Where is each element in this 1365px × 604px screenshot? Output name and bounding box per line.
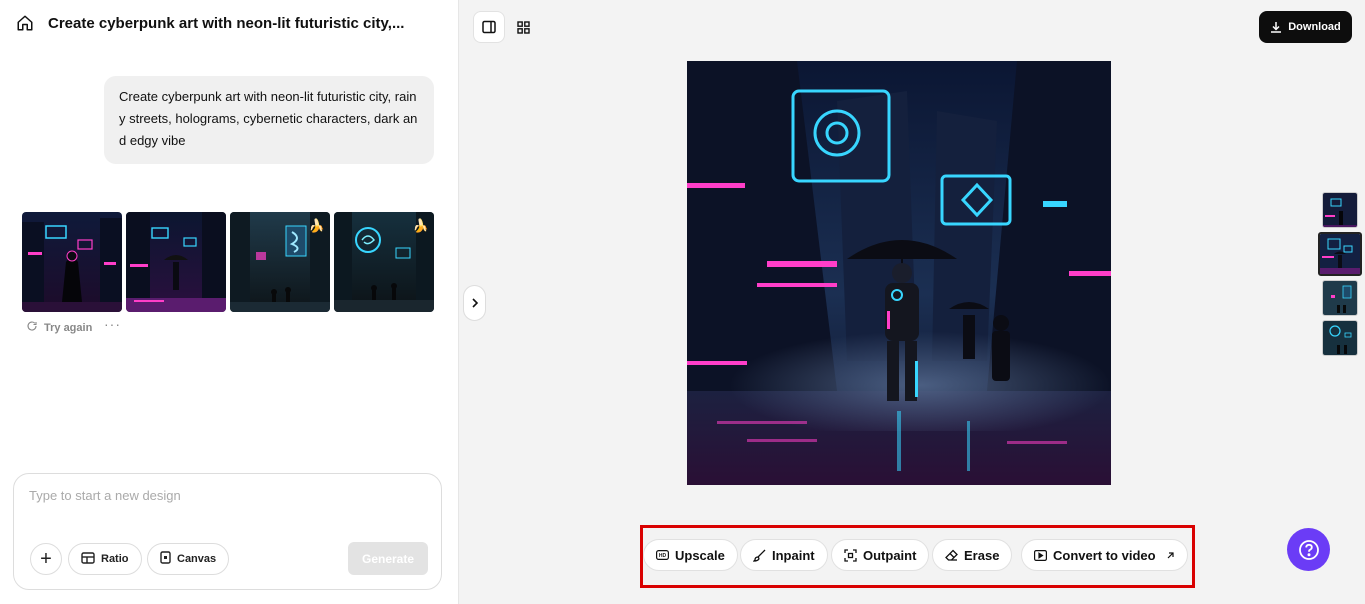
single-view-button[interactable] <box>473 11 505 43</box>
expand-panel-button[interactable] <box>463 285 486 321</box>
generated-image-preview[interactable] <box>687 61 1111 485</box>
user-prompt-bubble: Create cyberpunk art with neon-lit futur… <box>104 76 434 164</box>
app-root: Create cyberpunk art with neon-lit futur… <box>0 0 1365 604</box>
question-mark-icon <box>1298 539 1319 560</box>
prompt-composer: + Ratio Canvas Generate <box>13 473 442 590</box>
generate-button[interactable]: Generate <box>348 542 428 575</box>
home-icon[interactable] <box>16 14 34 32</box>
download-button[interactable]: Download <box>1259 11 1352 43</box>
result-thumbnails: 🍌 🍌 <box>22 212 434 312</box>
ratio-label: Ratio <box>101 553 129 565</box>
inpaint-label: Inpaint <box>772 547 815 563</box>
plus-icon: + <box>40 547 52 570</box>
variation-thumbnail-2[interactable] <box>1318 232 1362 276</box>
ratio-button[interactable]: Ratio <box>68 543 142 575</box>
try-again-button[interactable]: Try again <box>26 320 92 335</box>
try-again-label: Try again <box>44 321 93 334</box>
grid-view-icon <box>516 20 530 34</box>
prompt-input[interactable] <box>29 488 419 503</box>
chevron-right-icon <box>471 298 478 308</box>
svg-text:HD: HD <box>659 553 667 559</box>
view-toggle <box>473 11 539 43</box>
refresh-icon <box>26 320 38 335</box>
variation-thumbnail-4[interactable] <box>1322 320 1358 356</box>
result-thumbnail-4[interactable]: 🍌 <box>334 212 434 312</box>
chat-header: Create cyberpunk art with neon-lit futur… <box>16 14 404 32</box>
video-icon <box>1034 549 1047 561</box>
erase-label: Erase <box>964 547 1000 563</box>
download-icon <box>1271 22 1282 33</box>
upscale-label: Upscale <box>675 547 725 563</box>
download-label: Download <box>1288 21 1341 33</box>
inpaint-button[interactable]: Inpaint <box>740 539 828 571</box>
hd-icon: HD <box>656 550 669 560</box>
page-title: Create cyberpunk art with neon-lit futur… <box>48 14 405 32</box>
erase-button[interactable]: Erase <box>932 539 1013 571</box>
canvas-icon <box>160 551 171 567</box>
result-thumbnail-1[interactable] <box>22 212 122 312</box>
outpaint-button[interactable]: Outpaint <box>831 539 930 571</box>
result-thumbnail-3[interactable]: 🍌 <box>230 212 330 312</box>
help-button[interactable] <box>1287 528 1330 571</box>
convert-to-video-label: Convert to video <box>1053 547 1156 563</box>
chat-panel: Create cyberpunk art with neon-lit futur… <box>0 0 459 604</box>
ratio-icon <box>81 551 95 567</box>
expand-frame-icon <box>844 548 857 562</box>
upscale-button[interactable]: HD Upscale <box>643 539 738 571</box>
more-options-icon[interactable]: ··· <box>104 316 121 332</box>
single-view-icon <box>482 20 496 34</box>
variation-strip <box>1318 192 1362 356</box>
result-thumbnail-2[interactable] <box>126 212 226 312</box>
variation-thumbnail-3[interactable] <box>1322 280 1358 316</box>
brush-icon <box>753 549 766 562</box>
canvas-button[interactable]: Canvas <box>147 543 230 575</box>
banana-icon: 🍌 <box>308 218 325 233</box>
banana-icon: 🍌 <box>412 218 429 233</box>
eraser-icon <box>945 549 958 561</box>
add-attachment-button[interactable]: + <box>30 543 62 575</box>
variation-thumbnail-1[interactable] <box>1322 192 1358 228</box>
canvas-label: Canvas <box>177 553 217 565</box>
external-arrow-icon <box>1167 551 1174 558</box>
convert-to-video-button[interactable]: Convert to video <box>1021 539 1188 571</box>
grid-view-button[interactable] <box>507 11 539 43</box>
outpaint-label: Outpaint <box>863 547 917 563</box>
